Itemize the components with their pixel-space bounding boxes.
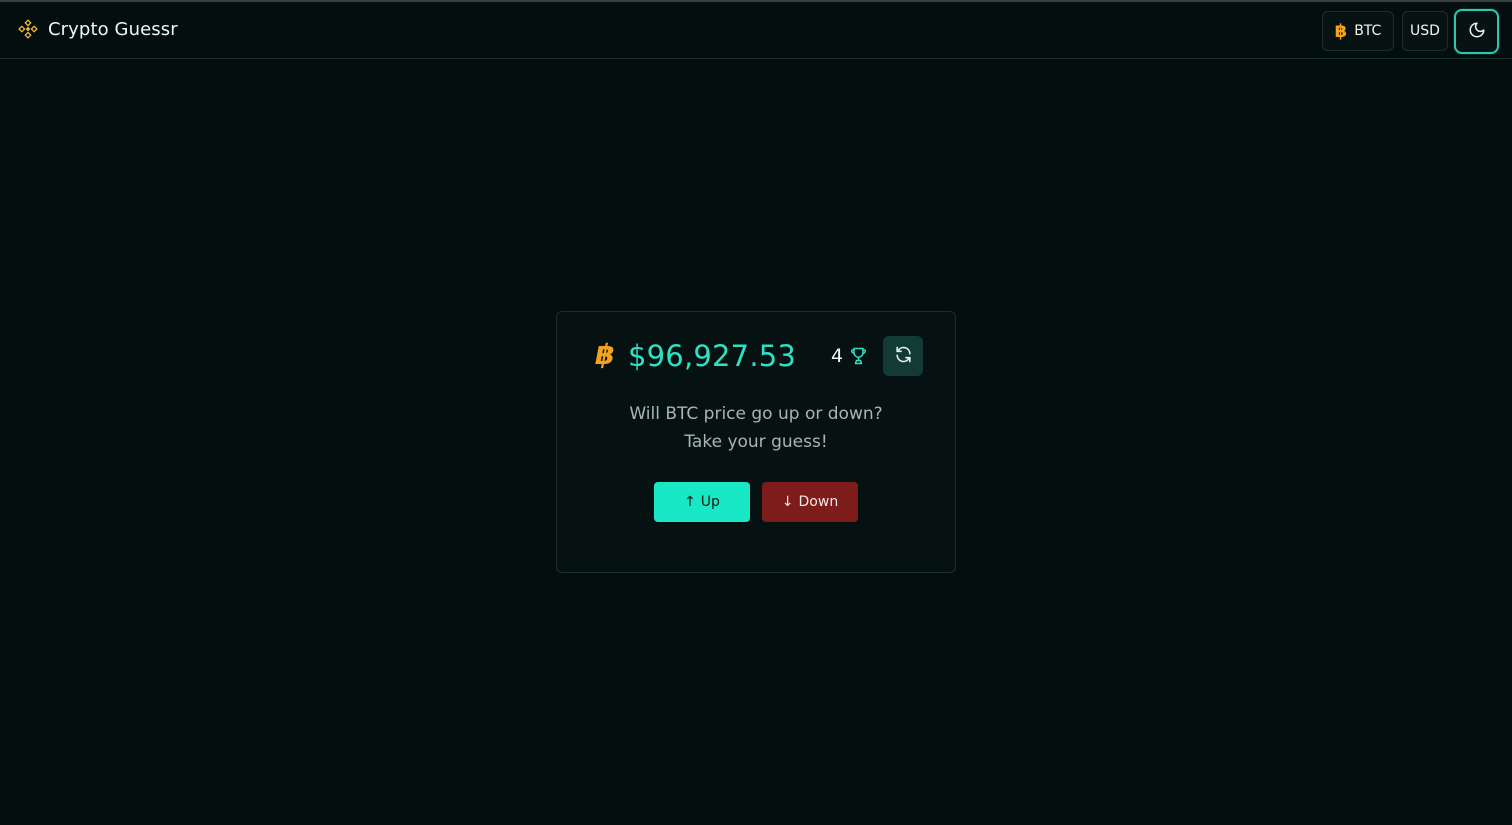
app-title: Crypto Guessr [48, 18, 178, 40]
brand[interactable]: Crypto Guessr [17, 18, 178, 40]
guess-prompt-question: Will BTC price go up or down? [629, 404, 883, 424]
trophy-icon [851, 347, 866, 365]
guess-down-label: Down [798, 494, 839, 510]
arrow-down-icon: ↓ [781, 494, 794, 510]
guess-up-label: Up [700, 494, 720, 510]
guess-prompt-cta: Take your guess! [684, 432, 828, 452]
currency-select-label: USD [1410, 23, 1440, 39]
moon-icon [1468, 21, 1486, 43]
logo-icon [17, 18, 39, 40]
coin-select-button[interactable]: ฿ BTC [1322, 11, 1394, 51]
bitcoin-icon: ฿ [595, 338, 615, 371]
currency-select-button[interactable]: USD [1402, 11, 1448, 51]
app-header: Crypto Guessr ฿ BTC USD [0, 2, 1512, 59]
arrow-up-icon: ↑ [684, 494, 696, 510]
theme-toggle-button[interactable] [1454, 9, 1499, 54]
refresh-button[interactable] [883, 336, 923, 376]
bitcoin-icon: ฿ [1334, 20, 1348, 42]
current-price: $96,927.53 [628, 339, 797, 373]
guess-down-button[interactable]: ↓ Down [762, 482, 858, 522]
coin-select-label: BTC [1354, 23, 1382, 39]
guess-up-button[interactable]: ↑ Up [654, 482, 750, 522]
score-value: 4 [831, 345, 844, 367]
refresh-icon [894, 345, 913, 368]
